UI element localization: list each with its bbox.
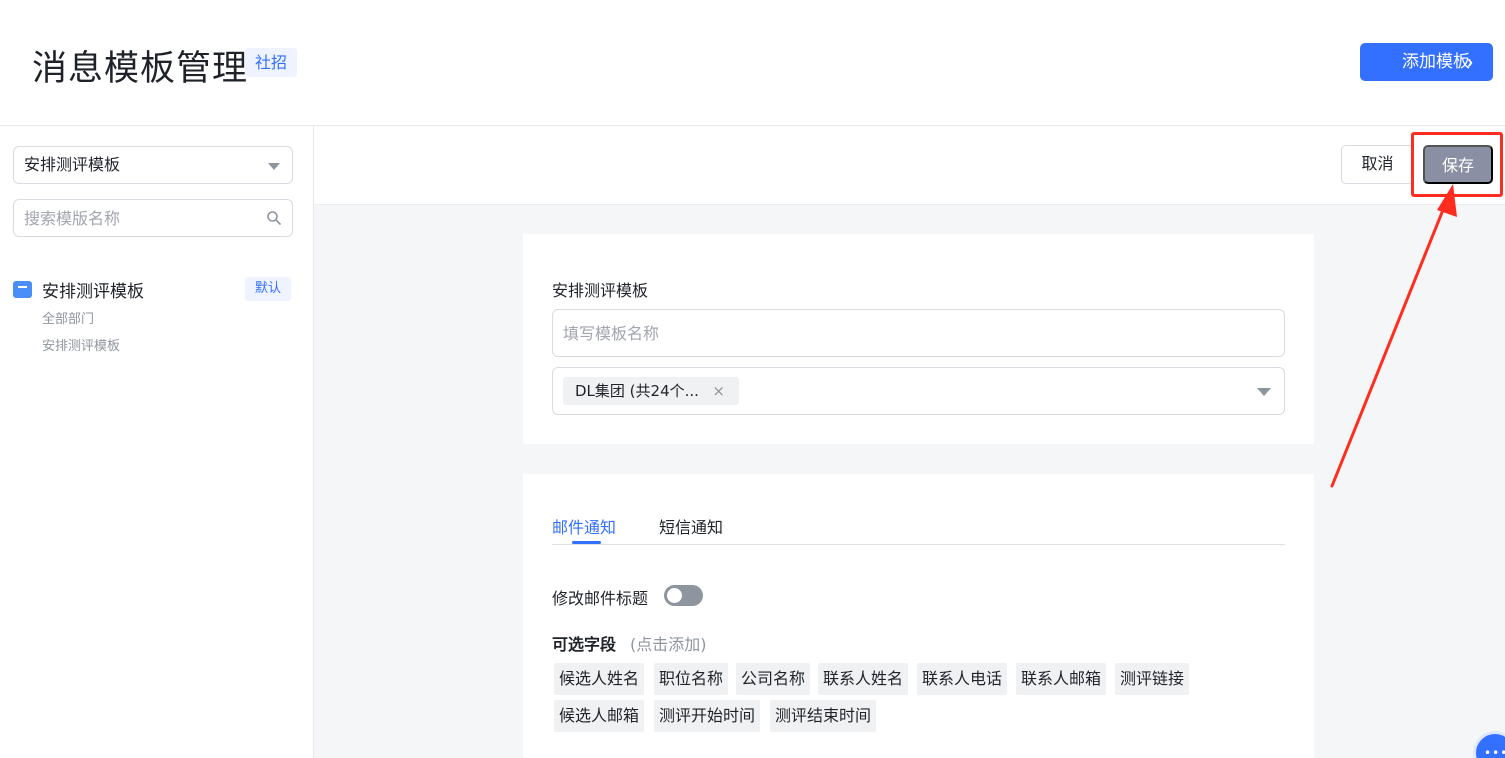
template-basic-card: 安排测评模板 DL集团 (共24个... × [523, 234, 1314, 444]
search-icon[interactable] [266, 210, 282, 226]
template-name-input[interactable] [563, 310, 1263, 356]
template-section-label: 安排测评模板 [552, 281, 649, 300]
field-chip[interactable]: 测评结束时间 [770, 700, 877, 732]
field-chip[interactable]: 联系人邮箱 [1016, 663, 1107, 695]
notification-card: 邮件通知 短信通知 修改邮件标题 可选字段 (点击添加) 候选人姓名 职位名称 … [523, 474, 1314, 758]
template-type-value: 安排测评模板 [24, 155, 121, 174]
department-tag-label: DL集团 (共24个... [575, 382, 699, 400]
notification-tabs: 邮件通知 短信通知 [552, 514, 1285, 545]
recruit-type-badge: 社招 [245, 48, 298, 77]
template-item-department: 全部部门 [42, 312, 95, 327]
template-item-name: 安排测评模板 [42, 282, 144, 302]
action-toolbar: 取消 保存 [314, 126, 1505, 205]
field-chip[interactable]: 联系人电话 [917, 663, 1008, 695]
template-type-select[interactable]: 安排测评模板 [13, 146, 293, 184]
field-chip[interactable]: 联系人姓名 [818, 663, 909, 695]
save-button-highlight [1411, 132, 1503, 197]
chevron-right-icon: › [1467, 52, 1473, 72]
field-chip[interactable]: 公司名称 [736, 663, 811, 695]
default-badge: 默认 [245, 277, 292, 301]
add-template-button[interactable]: 添加模板 › [1360, 43, 1493, 81]
edit-subject-toggle[interactable] [664, 585, 703, 606]
field-chip[interactable]: 候选人姓名 [554, 663, 645, 695]
department-select[interactable]: DL集团 (共24个... × [552, 367, 1285, 415]
caret-down-icon[interactable] [1257, 388, 1271, 396]
message-icon [13, 281, 32, 298]
department-tag: DL集团 (共24个... × [563, 377, 739, 405]
edit-subject-label: 修改邮件标题 [552, 589, 649, 608]
template-search-input[interactable] [24, 200, 264, 236]
field-chip[interactable]: 测评链接 [1115, 663, 1190, 695]
field-chip[interactable]: 职位名称 [654, 663, 729, 695]
page-header: 消息模板管理 社招 添加模板 › [0, 0, 1505, 126]
more-dots-icon: ••• [1484, 746, 1505, 758]
main-content: 取消 保存 安排测评模板 DL集团 (共24个... × 邮件通知 短信通知 修… [314, 126, 1505, 758]
template-name-field[interactable] [552, 309, 1285, 357]
tab-sms[interactable]: 短信通知 [659, 514, 723, 538]
active-tab-indicator [572, 541, 601, 544]
template-item-type: 安排测评模板 [42, 339, 121, 354]
cancel-button[interactable]: 取消 [1341, 145, 1414, 184]
add-template-label: 添加模板 [1402, 52, 1470, 71]
optional-fields-title: 可选字段 [552, 635, 617, 654]
sidebar: 安排测评模板 安排测评模板 默认 全部部门 安排测评模板 [0, 126, 314, 758]
sidebar-template-item[interactable]: 安排测评模板 默认 全部部门 安排测评模板 [0, 276, 314, 356]
field-chip[interactable]: 候选人邮箱 [554, 700, 645, 732]
optional-fields-hint: (点击添加) [630, 635, 707, 654]
caret-down-icon [268, 163, 280, 170]
close-icon[interactable]: × [712, 377, 725, 405]
field-chip[interactable]: 测评开始时间 [654, 700, 761, 732]
page-title: 消息模板管理 [32, 49, 249, 89]
tab-email[interactable]: 邮件通知 [552, 514, 616, 538]
template-search[interactable] [13, 199, 293, 237]
